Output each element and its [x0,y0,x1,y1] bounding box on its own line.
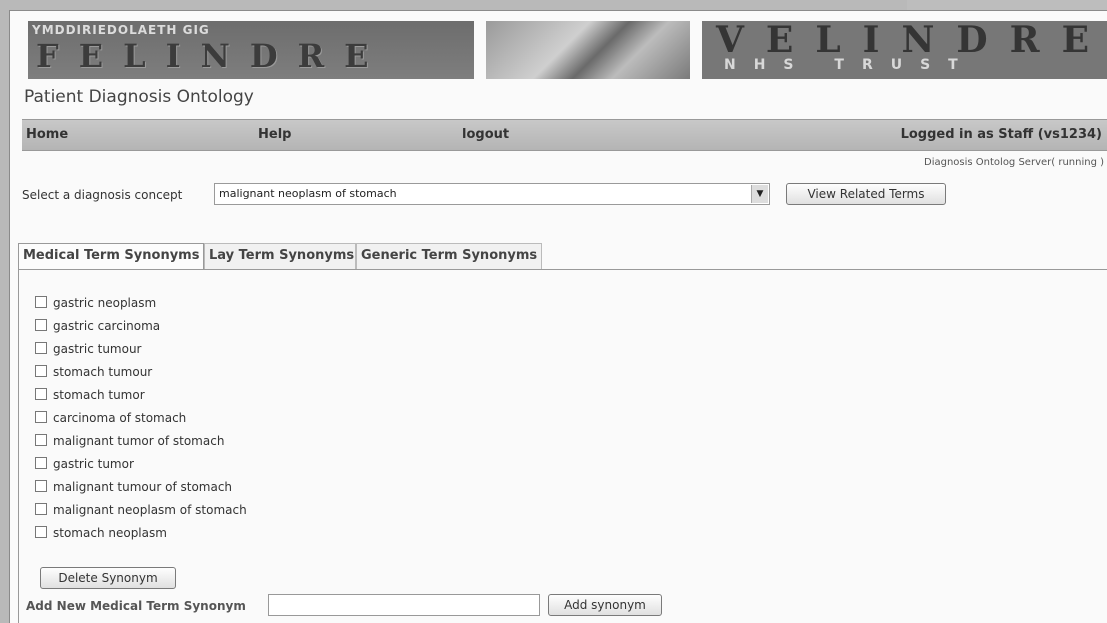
nav-bar: Home Help logout Logged in as Staff (vs1… [22,119,1107,151]
synonym-label: malignant neoplasm of stomach [53,503,247,517]
nhs-trust-text: NHS TRUST [724,57,976,73]
list-item[interactable]: stomach tumour [35,365,152,379]
list-item[interactable]: gastric neoplasm [35,296,156,310]
synonym-label: carcinoma of stomach [53,411,187,425]
tab-generic-term-synonyms[interactable]: Generic Term Synonyms [356,243,542,269]
header-banner: YMDDIRIEDOLAETH GIG FELINDRE VELINDRE NH… [16,15,1107,87]
login-status: Logged in as Staff (vs1234) [900,127,1102,142]
nav-help-link[interactable]: Help [258,127,291,142]
welsh-trust-text: YMDDIRIEDOLAETH GIG [32,23,210,37]
list-item[interactable]: gastric tumour [35,342,142,356]
list-item[interactable]: malignant tumor of stomach [35,434,224,448]
felindre-wordmark: FELINDRE [36,37,389,75]
list-item[interactable]: stomach tumor [35,388,145,402]
app-window: YMDDIRIEDOLAETH GIG FELINDRE VELINDRE NH… [9,10,1107,623]
synonym-label: gastric neoplasm [53,296,157,310]
velindre-wordmark: VELINDRE [716,19,1107,61]
checkbox[interactable] [35,319,47,331]
checkbox[interactable] [35,342,47,354]
checkbox[interactable] [35,388,47,400]
synonym-label: malignant tumor of stomach [53,434,225,448]
list-item[interactable]: carcinoma of stomach [35,411,186,425]
synonym-label: stomach tumour [53,365,153,379]
nav-home-link[interactable]: Home [26,127,68,142]
checkbox[interactable] [35,365,47,377]
list-item[interactable]: gastric carcinoma [35,319,160,333]
checkbox[interactable] [35,296,47,308]
list-item[interactable]: stomach neoplasm [35,526,167,540]
server-status: Diagnosis Ontolog Server( running ) [924,157,1104,168]
concept-select-value: malignant neoplasm of stomach [219,187,397,200]
view-related-terms-button[interactable]: View Related Terms [786,183,946,205]
list-item[interactable]: malignant neoplasm of stomach [35,503,247,517]
add-synonym-input[interactable] [268,594,540,616]
tab-medical-term-synonyms[interactable]: Medical Term Synonyms [18,243,204,269]
nav-logout-link[interactable]: logout [462,127,509,142]
synonym-label: stomach neoplasm [53,526,167,540]
tab-panel: gastric neoplasm gastric carcinoma gastr… [18,269,1107,623]
add-synonym-label: Add New Medical Term Synonym [26,599,246,613]
velindre-logo: VELINDRE NHS TRUST [702,19,1107,79]
add-synonym-button[interactable]: Add synonym [548,594,662,616]
list-item[interactable]: malignant tumour of stomach [35,480,232,494]
checkbox[interactable] [35,457,47,469]
synonym-label: stomach tumor [53,388,145,402]
checkbox[interactable] [35,480,47,492]
synonym-label: malignant tumour of stomach [53,480,233,494]
felindre-logo: YMDDIRIEDOLAETH GIG FELINDRE [28,21,474,79]
banner-graphic-image [486,21,690,79]
synonym-label: gastric carcinoma [53,319,161,333]
checkbox[interactable] [35,411,47,423]
concept-select[interactable]: malignant neoplasm of stomach ▼ [214,183,770,205]
synonym-label: gastric tumour [53,342,142,356]
page-title: Patient Diagnosis Ontology [24,87,254,107]
synonym-label: gastric tumor [53,457,134,471]
list-item[interactable]: gastric tumor [35,457,134,471]
chevron-down-icon[interactable]: ▼ [751,185,768,203]
concept-select-label: Select a diagnosis concept [22,188,183,202]
checkbox[interactable] [35,503,47,515]
checkbox[interactable] [35,434,47,446]
tab-lay-term-synonyms[interactable]: Lay Term Synonyms [204,243,356,269]
checkbox[interactable] [35,526,47,538]
delete-synonym-button[interactable]: Delete Synonym [40,567,176,589]
